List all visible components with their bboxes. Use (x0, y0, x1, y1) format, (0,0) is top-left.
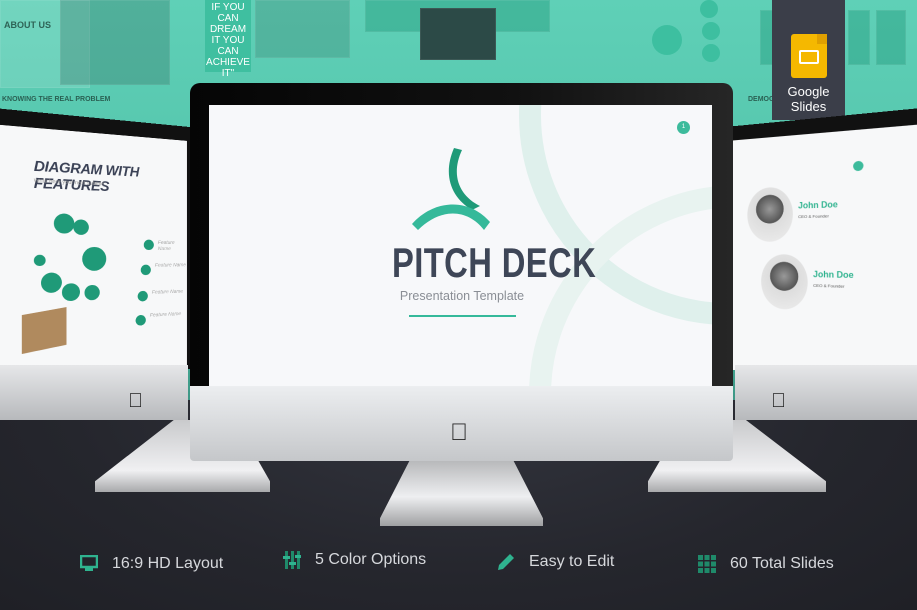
person-name: John Doe (798, 200, 838, 211)
slide-title: PITCH DECK (392, 240, 534, 286)
person-role: CEO & Founder (813, 283, 844, 289)
feature-icon (141, 265, 151, 276)
feature-name: Feature Name (152, 289, 183, 296)
google-slides-icon (791, 34, 827, 78)
feature-label: Easy to Edit (529, 553, 614, 571)
pitch-deck-logo (412, 146, 512, 236)
right-monitor-screen: John Doe CEO & Founder John Doe CEO & Fo… (715, 103, 917, 393)
photo-businessman (60, 0, 170, 85)
feature-label: 60 Total Slides (730, 555, 834, 573)
slide-subtitle: Presentation Template (372, 289, 552, 303)
badge-label: Google Slides (788, 84, 830, 114)
feature-bubble-icon (84, 285, 99, 301)
cardboard-box (22, 307, 67, 354)
feature-item: 16:9 HD Layout (80, 555, 223, 573)
feature-icon (136, 315, 146, 326)
person-role: CEO & Founder (798, 213, 829, 219)
sliders-icon (283, 551, 301, 569)
monitor-icon (80, 555, 98, 573)
page-number: 1 (677, 121, 690, 134)
apple-logo-icon:  (450, 421, 468, 445)
feature-name: Feature Name (158, 240, 187, 252)
thumb-circle-icon (702, 22, 720, 40)
apple-logo-icon:  (128, 391, 143, 411)
page-number-dot (853, 161, 863, 172)
feature-label: 5 Color Options (315, 551, 426, 569)
feature-icon (138, 291, 148, 302)
laptop-image (420, 8, 496, 60)
title-underline (409, 315, 516, 317)
problem-title: KNOWING THE REAL PROBLEM (2, 96, 110, 103)
head-icon (82, 247, 106, 271)
feature-label: 16:9 HD Layout (112, 555, 223, 573)
feature-item: 5 Color Options (283, 551, 426, 569)
apple-logo-icon:  (771, 391, 786, 411)
feature-item: 60 Total Slides (698, 555, 834, 573)
google-slides-badge: Google Slides (772, 0, 845, 120)
left-slide-title: DIAGRAM WITH FEATURES (34, 157, 187, 197)
grid-icon (698, 555, 716, 573)
left-monitor-chin:  (0, 365, 188, 420)
feature-item: Easy to Edit (497, 553, 614, 571)
center-monitor-stand (380, 461, 543, 526)
badge-line1: Google (788, 84, 830, 99)
feature-icon (144, 240, 154, 250)
cart-icon (73, 219, 89, 235)
arrow-graphic (876, 10, 906, 65)
left-monitor-screen: DIAGRAM WITH FEATURES Write here your ne… (0, 103, 200, 393)
feature-list: 16:9 HD Layout 5 Color Options Easy to E… (0, 555, 917, 585)
pencil-icon (497, 553, 515, 571)
feature-bubble-icon (62, 283, 80, 301)
thumb-circle-icon (652, 25, 682, 55)
about-title: ABOUT US (4, 20, 51, 30)
person-name: John Doe (813, 270, 854, 281)
team-photo (747, 186, 793, 241)
thumb-circle-icon (702, 44, 720, 62)
quote-box: IF YOU CAN DREAM IT YOU CAN ACHIEVE IT" (205, 0, 251, 72)
right-monitor-chin:  (735, 365, 917, 420)
feature-name: Feature Name (150, 311, 181, 319)
feature-name: Feature Name (155, 262, 186, 269)
demographic-title: DEMOG (748, 96, 774, 103)
photo-couple (255, 0, 350, 58)
thumb-circle-icon (700, 0, 718, 18)
arrow-graphic (848, 10, 870, 65)
globe-icon (41, 272, 62, 293)
feature-bubble-icon (54, 213, 75, 233)
feature-bubble-icon (34, 255, 46, 266)
badge-line2: Slides (791, 99, 826, 114)
team-photo (761, 254, 808, 310)
